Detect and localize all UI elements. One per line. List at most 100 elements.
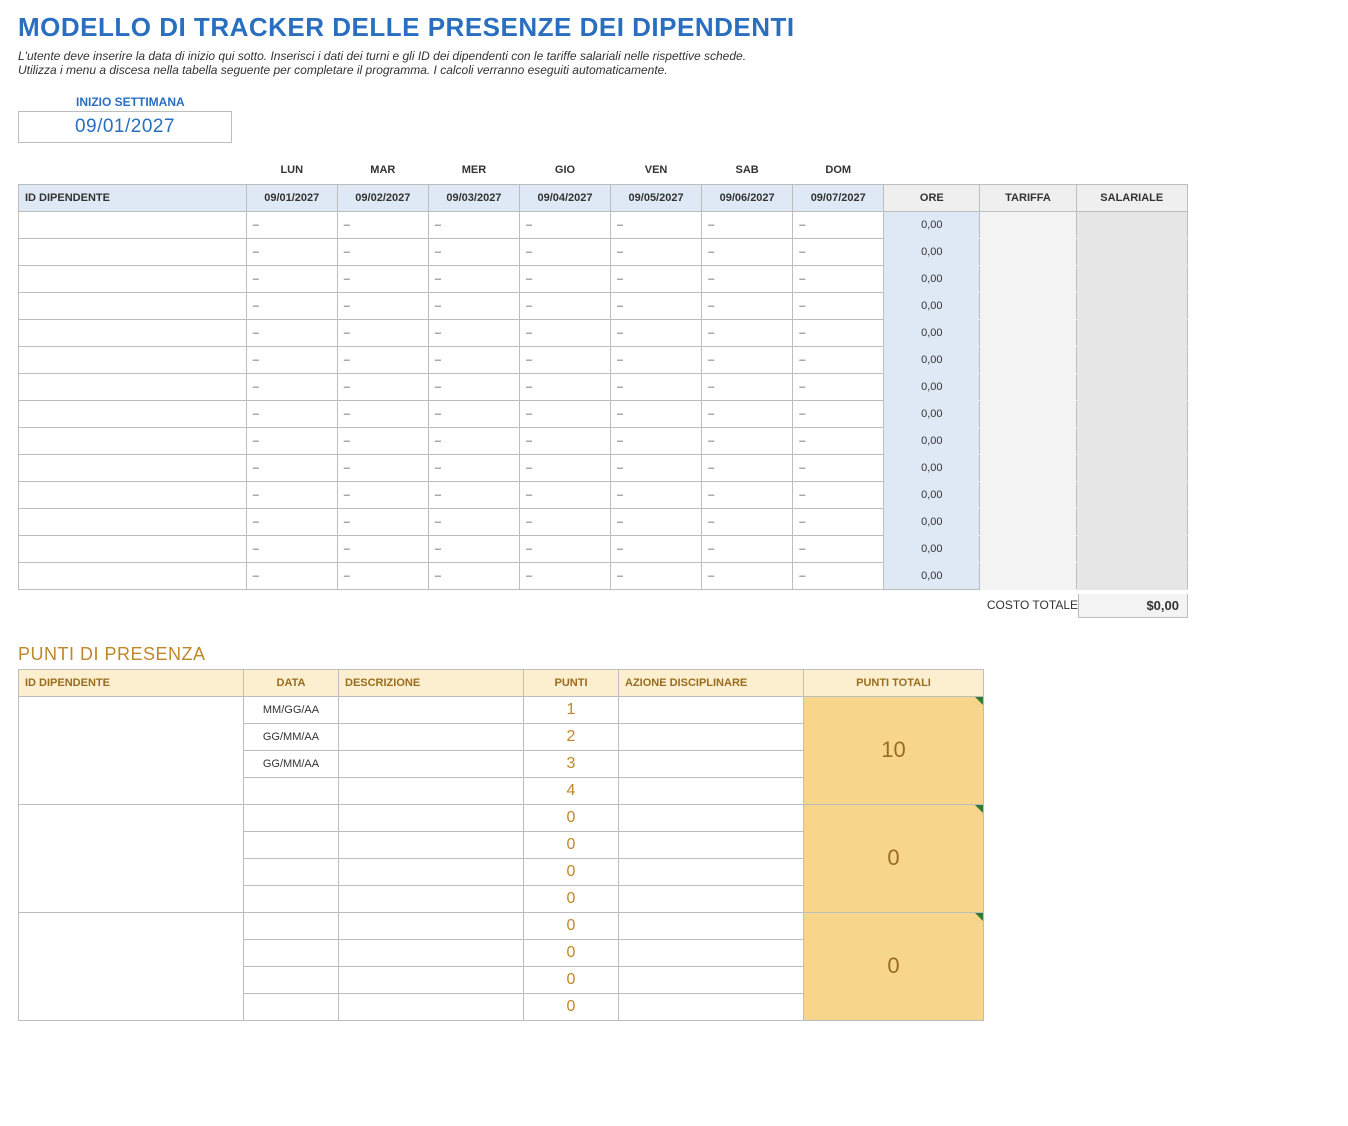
shift-cell[interactable]: – xyxy=(519,562,610,589)
points-date-cell[interactable] xyxy=(244,777,339,804)
shift-cell[interactable]: – xyxy=(793,508,884,535)
shift-cell[interactable]: – xyxy=(428,481,519,508)
shift-cell[interactable]: – xyxy=(611,562,702,589)
employee-id-cell[interactable] xyxy=(19,373,247,400)
shift-cell[interactable]: – xyxy=(611,535,702,562)
shift-cell[interactable]: – xyxy=(428,535,519,562)
employee-id-cell[interactable] xyxy=(19,508,247,535)
points-desc-cell[interactable] xyxy=(339,912,524,939)
points-date-cell[interactable] xyxy=(244,993,339,1020)
shift-cell[interactable]: – xyxy=(793,265,884,292)
points-desc-cell[interactable] xyxy=(339,885,524,912)
shift-cell[interactable]: – xyxy=(246,427,337,454)
points-date-cell[interactable] xyxy=(244,831,339,858)
points-action-cell[interactable] xyxy=(619,723,804,750)
points-employee-id[interactable] xyxy=(19,912,244,1020)
shift-cell[interactable]: – xyxy=(611,346,702,373)
points-value-cell[interactable]: 0 xyxy=(524,912,619,939)
points-value-cell[interactable]: 1 xyxy=(524,696,619,723)
points-employee-id[interactable] xyxy=(19,804,244,912)
points-value-cell[interactable]: 0 xyxy=(524,858,619,885)
points-value-cell[interactable]: 0 xyxy=(524,831,619,858)
shift-cell[interactable]: – xyxy=(246,562,337,589)
points-date-cell[interactable]: GG/MM/AA xyxy=(244,723,339,750)
points-desc-cell[interactable] xyxy=(339,831,524,858)
shift-cell[interactable]: – xyxy=(793,400,884,427)
shift-cell[interactable]: – xyxy=(519,292,610,319)
shift-cell[interactable]: – xyxy=(519,481,610,508)
shift-cell[interactable]: – xyxy=(519,319,610,346)
shift-cell[interactable]: – xyxy=(246,292,337,319)
shift-cell[interactable]: – xyxy=(246,238,337,265)
shift-cell[interactable]: – xyxy=(519,400,610,427)
shift-cell[interactable]: – xyxy=(702,481,793,508)
points-value-cell[interactable]: 0 xyxy=(524,993,619,1020)
shift-cell[interactable]: – xyxy=(702,454,793,481)
shift-cell[interactable]: – xyxy=(246,508,337,535)
points-action-cell[interactable] xyxy=(619,750,804,777)
shift-cell[interactable]: – xyxy=(702,373,793,400)
points-date-cell[interactable] xyxy=(244,939,339,966)
shift-cell[interactable]: – xyxy=(246,454,337,481)
shift-cell[interactable]: – xyxy=(519,535,610,562)
shift-cell[interactable]: – xyxy=(611,211,702,238)
shift-cell[interactable]: – xyxy=(428,319,519,346)
points-action-cell[interactable] xyxy=(619,885,804,912)
points-date-cell[interactable] xyxy=(244,966,339,993)
shift-cell[interactable]: – xyxy=(246,346,337,373)
shift-cell[interactable]: – xyxy=(702,211,793,238)
points-action-cell[interactable] xyxy=(619,804,804,831)
shift-cell[interactable]: – xyxy=(337,481,428,508)
employee-id-cell[interactable] xyxy=(19,535,247,562)
employee-id-cell[interactable] xyxy=(19,211,247,238)
employee-id-cell[interactable] xyxy=(19,481,247,508)
employee-id-cell[interactable] xyxy=(19,292,247,319)
shift-cell[interactable]: – xyxy=(246,481,337,508)
employee-id-cell[interactable] xyxy=(19,265,247,292)
shift-cell[interactable]: – xyxy=(337,238,428,265)
shift-cell[interactable]: – xyxy=(428,238,519,265)
points-value-cell[interactable]: 0 xyxy=(524,885,619,912)
points-date-cell[interactable] xyxy=(244,885,339,912)
shift-cell[interactable]: – xyxy=(246,400,337,427)
shift-cell[interactable]: – xyxy=(611,454,702,481)
points-date-cell[interactable] xyxy=(244,858,339,885)
shift-cell[interactable]: – xyxy=(428,346,519,373)
employee-id-cell[interactable] xyxy=(19,562,247,589)
points-action-cell[interactable] xyxy=(619,696,804,723)
shift-cell[interactable]: – xyxy=(246,373,337,400)
employee-id-cell[interactable] xyxy=(19,454,247,481)
points-value-cell[interactable]: 0 xyxy=(524,939,619,966)
shift-cell[interactable]: – xyxy=(702,427,793,454)
shift-cell[interactable]: – xyxy=(702,400,793,427)
shift-cell[interactable]: – xyxy=(611,238,702,265)
shift-cell[interactable]: – xyxy=(246,211,337,238)
employee-id-cell[interactable] xyxy=(19,427,247,454)
employee-id-cell[interactable] xyxy=(19,319,247,346)
shift-cell[interactable]: – xyxy=(702,346,793,373)
shift-cell[interactable]: – xyxy=(793,535,884,562)
shift-cell[interactable]: – xyxy=(246,535,337,562)
shift-cell[interactable]: – xyxy=(428,400,519,427)
shift-cell[interactable]: – xyxy=(337,508,428,535)
shift-cell[interactable]: – xyxy=(337,211,428,238)
shift-cell[interactable]: – xyxy=(702,265,793,292)
shift-cell[interactable]: – xyxy=(611,319,702,346)
shift-cell[interactable]: – xyxy=(519,373,610,400)
shift-cell[interactable]: – xyxy=(793,346,884,373)
shift-cell[interactable]: – xyxy=(702,508,793,535)
points-desc-cell[interactable] xyxy=(339,804,524,831)
shift-cell[interactable]: – xyxy=(337,427,428,454)
points-value-cell[interactable]: 0 xyxy=(524,966,619,993)
points-date-cell[interactable]: GG/MM/AA xyxy=(244,750,339,777)
shift-cell[interactable]: – xyxy=(611,400,702,427)
shift-cell[interactable]: – xyxy=(519,454,610,481)
shift-cell[interactable]: – xyxy=(611,373,702,400)
points-value-cell[interactable]: 0 xyxy=(524,804,619,831)
shift-cell[interactable]: – xyxy=(337,292,428,319)
points-desc-cell[interactable] xyxy=(339,939,524,966)
shift-cell[interactable]: – xyxy=(702,562,793,589)
shift-cell[interactable]: – xyxy=(246,319,337,346)
shift-cell[interactable]: – xyxy=(793,562,884,589)
points-desc-cell[interactable] xyxy=(339,993,524,1020)
